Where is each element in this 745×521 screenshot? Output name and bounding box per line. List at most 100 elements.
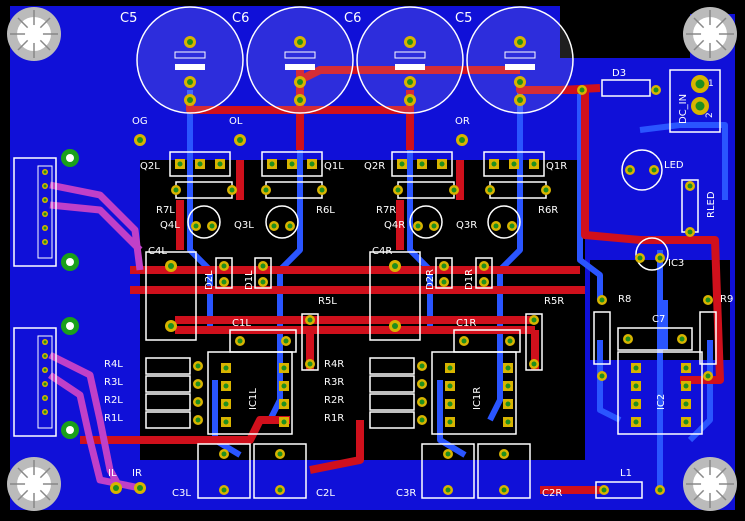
pad-hole [195, 381, 201, 387]
pad-hole [633, 365, 639, 371]
pad-hole [683, 383, 689, 389]
pad-hole [481, 279, 487, 285]
label-r6l: R6L [316, 205, 335, 216]
pad-hole [195, 363, 201, 369]
label-c3r: C3R [396, 488, 416, 499]
pad-hole [461, 338, 467, 344]
pad-hole [683, 419, 689, 425]
label-r3r: R3R [324, 377, 344, 388]
pad-hole [217, 161, 223, 167]
pad-hole [505, 383, 511, 389]
pad-hole [653, 87, 659, 93]
pad-hole [43, 212, 47, 216]
label-r2r: R2R [324, 395, 344, 406]
label-q3r: Q3R [456, 220, 477, 231]
pad-hole [223, 401, 229, 407]
pad-hole [281, 419, 287, 425]
pad-hole [481, 263, 487, 269]
pad-hole [137, 485, 143, 491]
pad-hole [177, 161, 183, 167]
pad-hole [223, 383, 229, 389]
pad-hole [43, 396, 47, 400]
label-or: OR [455, 116, 470, 127]
pad-hole [447, 401, 453, 407]
pad-hole [281, 401, 287, 407]
label-dc-in: DC_IN [678, 94, 689, 124]
pad-hole [43, 240, 47, 244]
pad-hole [43, 198, 47, 202]
pad-hole [705, 297, 711, 303]
pad-hole [491, 161, 497, 167]
pad-hole [419, 363, 425, 369]
pad-hole [221, 451, 227, 457]
pad-hole [319, 187, 325, 193]
via-hole [66, 322, 74, 330]
label-c3l: C3L [172, 488, 191, 499]
pad-hole [683, 401, 689, 407]
pad-hole [263, 187, 269, 193]
label-ir: IR [132, 468, 142, 479]
pad-hole [419, 161, 425, 167]
pad-hole [599, 297, 605, 303]
via-hole [66, 426, 74, 434]
pad-hole [501, 451, 507, 457]
pad-hole [168, 263, 174, 269]
pad-hole [271, 223, 277, 229]
pad-hole [679, 336, 685, 342]
mounting-hole-bottom-left [7, 457, 61, 511]
label-d2l: D2L [204, 270, 215, 290]
pad-hole [399, 161, 405, 167]
label-r5r: R5R [544, 296, 564, 307]
pad-hole [601, 487, 607, 493]
label-pin-1: 1 [708, 79, 714, 89]
pad-hole [531, 361, 537, 367]
pad-hole [187, 39, 193, 45]
pad-hole [459, 137, 465, 143]
pad-hole [445, 451, 451, 457]
via-hole [66, 154, 74, 162]
label-d1l: D1L [244, 270, 255, 290]
label-d2r: D2R [425, 269, 436, 290]
pad-hole [392, 263, 398, 269]
label-ic2: IC2 [656, 394, 667, 410]
label-c1l: C1L [232, 318, 251, 329]
pad-hole [407, 79, 413, 85]
pad-hole [237, 137, 243, 143]
pad-hole [633, 383, 639, 389]
pad-hole [209, 223, 215, 229]
pad-hole [505, 365, 511, 371]
pad-hole [221, 263, 227, 269]
pad-hole [625, 336, 631, 342]
label-c7: C7 [652, 314, 665, 325]
pad-hole [287, 223, 293, 229]
label-q2r: Q2R [364, 161, 385, 172]
pad-hole [269, 161, 275, 167]
label-ol: OL [229, 116, 243, 127]
label-c6-top-left: C6 [232, 11, 249, 26]
pad-hole [599, 373, 605, 379]
pad-hole [683, 365, 689, 371]
pad-hole [260, 279, 266, 285]
label-d3: D3 [612, 68, 626, 79]
pad-hole [543, 187, 549, 193]
label-c5-top-left: C5 [120, 11, 137, 26]
pad-hole [283, 338, 289, 344]
pad-hole [431, 223, 437, 229]
label-r2l: R2L [104, 395, 123, 406]
pcb-layout: C5 C6 C6 C5 OG OL OR Q2L Q1L Q2R Q1R R7L… [7, 6, 737, 511]
pad-hole [187, 79, 193, 85]
pad-hole [197, 161, 203, 167]
pad-hole [633, 419, 639, 425]
label-q4l: Q4L [160, 220, 180, 231]
label-r5l: R5L [318, 296, 337, 307]
pad-hole [517, 79, 523, 85]
label-c6-top-right: C6 [344, 11, 361, 26]
pad-hole [407, 39, 413, 45]
pad-hole [657, 255, 663, 261]
pad-hole [531, 317, 537, 323]
pad-hole [309, 161, 315, 167]
pad-hole [407, 97, 413, 103]
pad-hole [415, 223, 421, 229]
pad-hole [223, 419, 229, 425]
pad-hole [229, 187, 235, 193]
